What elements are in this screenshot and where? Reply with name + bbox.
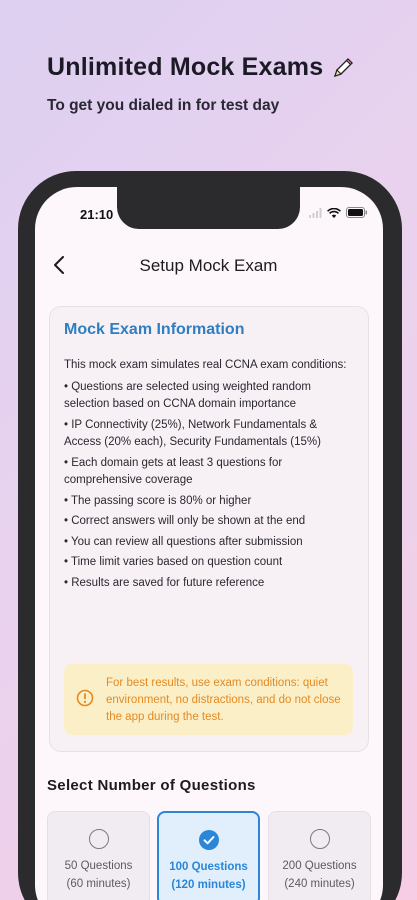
battery-icon (346, 207, 367, 218)
checkmark-icon (203, 836, 214, 845)
radio-checked-icon (198, 830, 219, 850)
radio-unselected-icon (309, 829, 330, 849)
info-bullet: • Questions are selected using weighted … (64, 380, 311, 411)
promo-title: Unlimited Mock Exams (47, 53, 355, 82)
option-questions-label: 100 Questions (169, 861, 248, 873)
option-50-questions[interactable]: 50 Questions (60 minutes) (47, 811, 150, 900)
page-title: Setup Mock Exam (139, 256, 278, 275)
info-bullet: • Time limit varies based on question co… (64, 556, 283, 568)
option-time-label: (120 minutes) (171, 879, 246, 891)
pencil-icon (334, 57, 354, 77)
info-intro: This mock exam simulates real CCNA exam … (64, 359, 347, 371)
wifi-icon (327, 207, 341, 218)
option-time-label: (240 minutes) (284, 878, 355, 890)
option-200-questions[interactable]: 200 Questions (240 minutes) (268, 811, 371, 900)
option-time-label: (60 minutes) (66, 878, 131, 890)
option-questions-label: 50 Questions (64, 860, 133, 872)
info-heading: Mock Exam Information (64, 321, 245, 338)
info-bullet: • Correct answers will only be shown at … (64, 515, 306, 527)
info-bullet: • IP Connectivity (25%), Network Fundame… (64, 418, 321, 449)
section-title: Select Number of Questions (47, 777, 256, 794)
phone-notch (117, 187, 300, 229)
info-bullet: • Results are saved for future reference (64, 576, 265, 589)
info-bullet: • You can review all questions after sub… (64, 535, 303, 548)
info-body: This mock exam simulates real CCNA exam … (64, 357, 354, 595)
option-questions-label: 200 Questions (282, 860, 357, 872)
promo-subtitle: To get you dialed in for test day (47, 97, 280, 114)
radio-unselected-icon (88, 829, 109, 849)
option-100-questions[interactable]: 100 Questions (120 minutes) (157, 811, 260, 900)
warning-text: For best results, use exam conditions: q… (106, 677, 341, 723)
status-time: 21:10 (80, 207, 114, 222)
info-warning-icon (76, 689, 94, 707)
info-bullet: • Each domain gets at least 3 questions … (64, 456, 283, 487)
promo-title-text: Unlimited Mock Exams (47, 53, 324, 81)
status-icons (309, 207, 368, 218)
info-bullet: • The passing score is 80% or higher (64, 494, 252, 507)
signal-icon (309, 207, 322, 218)
